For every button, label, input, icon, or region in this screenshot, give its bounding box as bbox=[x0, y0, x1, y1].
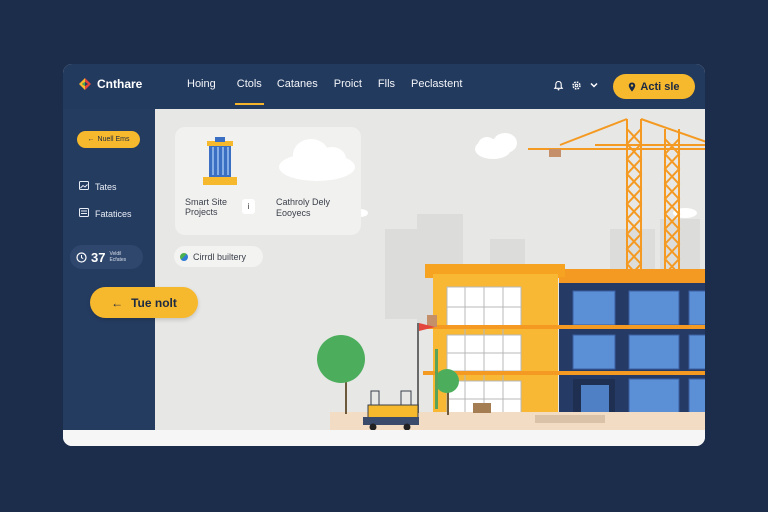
next-button[interactable]: ← Tue nolt bbox=[90, 287, 198, 318]
chip-label: Cirrdl builtery bbox=[193, 251, 247, 262]
image-icon bbox=[79, 181, 89, 193]
nav-item-ctols[interactable]: Ctols bbox=[234, 78, 264, 105]
main-nav: Hoing Ctols Catanes Proict Flls Peclaste… bbox=[187, 78, 462, 105]
sidebar: ← Nuell Ems Tates Fatatices 37 Veldil Ec… bbox=[63, 109, 155, 430]
arrow-left-icon: ← bbox=[87, 136, 95, 143]
active-site-label: Acti sle bbox=[640, 80, 680, 93]
active-site-button[interactable]: Acti sle bbox=[613, 74, 695, 99]
toolbar-icons bbox=[552, 79, 600, 91]
pin-icon bbox=[629, 82, 636, 91]
window-footer bbox=[63, 430, 705, 446]
settings-gear-icon[interactable] bbox=[570, 79, 582, 91]
nav-item-peclastent[interactable]: Peclastent bbox=[411, 78, 462, 105]
app-window: Cnthare Hoing Ctols Catanes Proict Flls … bbox=[63, 64, 705, 446]
next-button-label: Tue nolt bbox=[131, 295, 177, 310]
card-left-text: Smart Site Projects bbox=[185, 197, 228, 217]
chevron-down-icon[interactable] bbox=[588, 79, 600, 91]
nav-item-hoing[interactable]: Hoing bbox=[187, 78, 216, 105]
stat-label: Veldil Ecfates bbox=[109, 251, 127, 263]
sidebar-item-label: Fatatices bbox=[95, 209, 132, 219]
status-dot-icon bbox=[180, 252, 188, 261]
building-blue-icon bbox=[203, 137, 237, 185]
app-logo[interactable]: Cnthare bbox=[78, 77, 142, 91]
list-icon bbox=[79, 208, 89, 220]
logo-icon bbox=[79, 78, 91, 90]
app-name: Cnthare bbox=[97, 77, 143, 91]
nav-item-catanes[interactable]: Catanes bbox=[277, 78, 318, 105]
nav-item-proict[interactable]: Proict bbox=[334, 78, 362, 105]
main-content: Smart Site Projects i Cathroly Dely Eooy… bbox=[155, 109, 705, 430]
smart-site-card[interactable]: Smart Site Projects i Cathroly Dely Eooy… bbox=[175, 127, 361, 235]
nav-item-flls[interactable]: Flls bbox=[378, 78, 395, 105]
status-chip[interactable]: Cirrdl builtery bbox=[174, 246, 263, 267]
cloud-icon bbox=[279, 139, 355, 181]
sidebar-stat-badge: 37 Veldil Ecfates bbox=[70, 245, 143, 269]
arrow-left-icon: ← bbox=[111, 295, 124, 310]
sidebar-item-fatatices[interactable]: Fatatices bbox=[79, 208, 132, 220]
info-badge[interactable]: i bbox=[242, 199, 255, 214]
clock-icon bbox=[76, 251, 87, 263]
sidebar-pill-label: Nuell Ems bbox=[97, 136, 130, 143]
top-navigation-bar: Cnthare Hoing Ctols Catanes Proict Flls … bbox=[63, 64, 705, 109]
notification-bell-icon[interactable] bbox=[552, 79, 564, 91]
sidebar-item-tates[interactable]: Tates bbox=[79, 181, 117, 193]
stat-value: 37 bbox=[91, 249, 106, 265]
sidebar-item-label: Tates bbox=[95, 182, 117, 192]
sidebar-new-items-button[interactable]: ← Nuell Ems bbox=[77, 131, 140, 148]
card-right-text: Cathroly Dely Eooyecs bbox=[276, 197, 331, 218]
